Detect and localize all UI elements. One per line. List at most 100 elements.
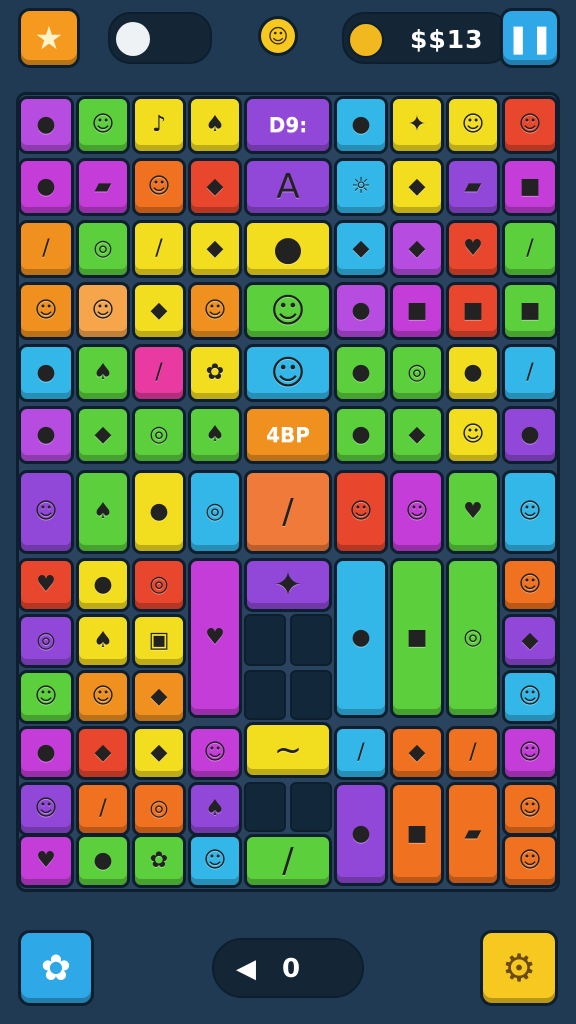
board-tile[interactable]: ☺ [76,282,130,340]
board-tile[interactable]: ✿ [188,344,242,402]
board-tile[interactable]: ◎ [132,782,186,836]
board-tile[interactable]: D9: [244,96,332,154]
board-tile[interactable]: ☺ [446,406,500,464]
board-tile[interactable]: ● [334,96,388,154]
board-tile[interactable]: ☺ [390,470,444,554]
board-tile[interactable]: ☺ [446,96,500,154]
board-tile[interactable]: ☺ [18,470,74,554]
board-tile[interactable]: 4BP [244,406,332,464]
board-tile[interactable]: ◎ [132,558,186,612]
board-tile[interactable]: ◎ [390,344,444,402]
board-tile[interactable]: ● [18,96,74,154]
board-tile[interactable]: / [244,834,332,888]
board-tile[interactable]: / [132,344,186,402]
board-tile[interactable]: ■ [390,558,444,718]
board-tile[interactable]: ● [502,406,558,464]
board-tile[interactable]: ☼ [334,158,388,216]
board-tile[interactable]: ◆ [390,220,444,278]
board-tile[interactable]: ● [244,220,332,278]
board-tile[interactable]: ■ [446,282,500,340]
board-tile[interactable]: ☺ [76,96,130,154]
board-tile[interactable]: ☺ [188,282,242,340]
board-tile[interactable]: ● [76,558,130,612]
board-tile[interactable]: ◆ [502,614,558,668]
board-tile[interactable]: ◆ [188,220,242,278]
board-tile[interactable]: ◆ [334,220,388,278]
board-tile[interactable]: ☺ [188,726,242,780]
board-tile[interactable]: / [334,726,388,780]
settings-button[interactable]: ⚙ [480,930,558,1006]
board-tile[interactable]: ♥ [446,220,500,278]
board-tile[interactable]: ♥ [446,470,500,554]
board-tile[interactable]: ● [18,344,74,402]
star-button[interactable]: ★ [18,8,80,68]
board-tile[interactable]: ● [18,726,74,780]
board-tile[interactable]: ◎ [188,470,242,554]
board-tile[interactable]: / [446,726,500,780]
board-tile[interactable]: ☺ [244,344,332,402]
board-tile[interactable]: ♠ [188,96,242,154]
board-tile[interactable]: ◆ [76,406,130,464]
board-tile[interactable]: ◎ [18,614,74,668]
board-tile[interactable]: ☺ [502,834,558,888]
board-tile[interactable]: ● [334,406,388,464]
board-tile[interactable]: ● [18,158,74,216]
board-tile[interactable]: ☺ [502,96,558,154]
board-tile[interactable]: / [18,220,74,278]
board-tile[interactable]: ☺ [76,670,130,724]
board-tile[interactable]: ✦ [244,558,332,612]
board-tile[interactable]: ☺ [334,470,388,554]
board-tile[interactable]: ☺ [502,726,558,780]
board-tile[interactable]: ♠ [76,614,130,668]
board-tile[interactable]: ◆ [132,726,186,780]
board-tile[interactable]: ◎ [446,558,500,718]
board-tile[interactable]: ■ [502,282,558,340]
board-tile[interactable]: ◆ [188,158,242,216]
board-tile[interactable]: ▰ [76,158,130,216]
board-tile[interactable]: ◎ [76,220,130,278]
board-tile[interactable]: ◆ [132,282,186,340]
board-tile[interactable]: ■ [390,282,444,340]
board-tile[interactable]: ♠ [188,782,242,836]
board-tile[interactable]: ◆ [132,670,186,724]
board-tile[interactable]: ◎ [132,406,186,464]
board-tile[interactable]: ♠ [76,344,130,402]
board-tile[interactable]: ☺ [244,282,332,340]
board-tile[interactable]: ● [334,782,388,886]
board-tile[interactable]: / [502,344,558,402]
board-tile[interactable]: ☺ [502,782,558,836]
board-tile[interactable]: ♠ [188,406,242,464]
board-tile[interactable]: ■ [390,782,444,886]
board-tile[interactable]: ✦ [390,96,444,154]
board-tile[interactable]: ● [18,406,74,464]
board-tile[interactable]: ♥ [18,558,74,612]
board-tile[interactable]: ~ [244,722,332,778]
board-tile[interactable]: ♪ [132,96,186,154]
board-tile[interactable]: / [76,782,130,836]
board-tile[interactable]: A [244,158,332,216]
board-tile[interactable]: ♠ [76,470,130,554]
board-tile[interactable]: ☺ [502,470,558,554]
board-tile[interactable]: ✿ [132,834,186,888]
board-tile[interactable]: ● [334,344,388,402]
board-tile[interactable]: ☺ [502,670,558,724]
board-tile[interactable]: ▰ [446,158,500,216]
board-tile[interactable]: ☺ [18,670,74,724]
board-tile[interactable]: ▣ [132,614,186,668]
board-tile[interactable]: ☺ [188,834,242,888]
board-tile[interactable]: ● [334,558,388,718]
board-tile[interactable]: ☺ [18,782,74,836]
board-tile[interactable]: / [244,470,332,554]
hint-button[interactable]: ✿ [18,930,94,1006]
board-tile[interactable]: ☺ [132,158,186,216]
board-tile[interactable]: ▰ [446,782,500,886]
board-tile[interactable]: ☺ [18,282,74,340]
board-tile[interactable]: ◆ [390,158,444,216]
board-tile[interactable]: ◆ [390,726,444,780]
pause-button[interactable]: ❚❚ [500,8,560,68]
board-tile[interactable]: ☺ [502,558,558,612]
board-tile[interactable]: ● [334,282,388,340]
board-tile[interactable]: ◆ [390,406,444,464]
board-tile[interactable]: ■ [502,158,558,216]
board-tile[interactable]: / [132,220,186,278]
